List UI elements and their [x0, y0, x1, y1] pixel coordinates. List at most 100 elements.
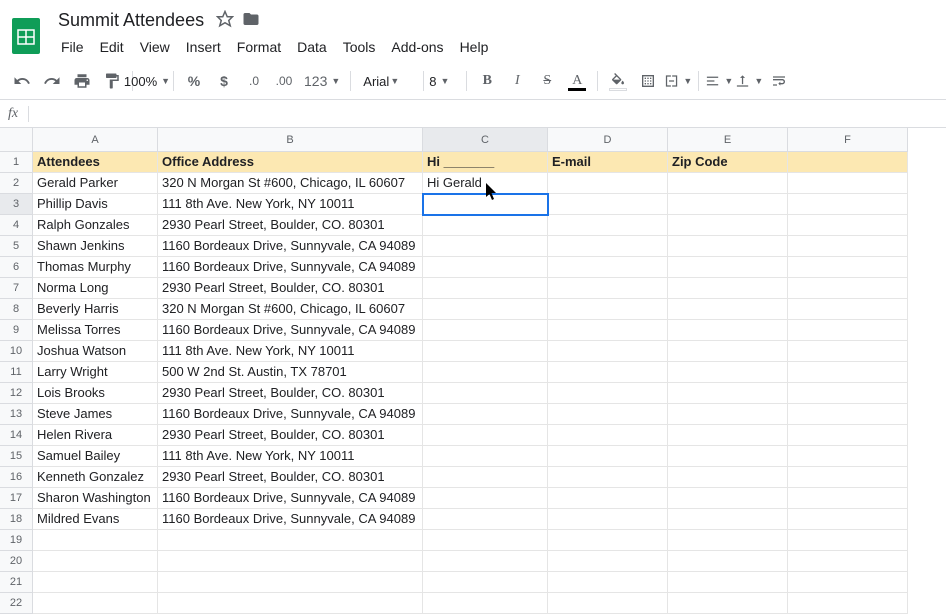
percent-format-button[interactable]: % — [180, 67, 208, 95]
cell-B15[interactable]: 111 8th Ave. New York, NY 10011 — [158, 446, 423, 467]
cell-F12[interactable] — [788, 383, 908, 404]
cell-A1[interactable]: Attendees — [33, 152, 158, 173]
column-header-A[interactable]: A — [33, 128, 158, 152]
column-header-F[interactable]: F — [788, 128, 908, 152]
cell-D10[interactable] — [548, 341, 668, 362]
cell-F1[interactable] — [788, 152, 908, 173]
row-header-18[interactable]: 18 — [0, 509, 33, 530]
cell-D21[interactable] — [548, 572, 668, 593]
cell-B17[interactable]: 1160 Bordeaux Drive, Sunnyvale, CA 94089 — [158, 488, 423, 509]
cell-E14[interactable] — [668, 425, 788, 446]
sheets-app-icon[interactable] — [8, 14, 44, 58]
cell-D7[interactable] — [548, 278, 668, 299]
cell-F6[interactable] — [788, 257, 908, 278]
cell-F19[interactable] — [788, 530, 908, 551]
cell-F8[interactable] — [788, 299, 908, 320]
cell-F17[interactable] — [788, 488, 908, 509]
cell-E18[interactable] — [668, 509, 788, 530]
cell-B13[interactable]: 1160 Bordeaux Drive, Sunnyvale, CA 94089 — [158, 404, 423, 425]
strikethrough-button[interactable]: S — [533, 67, 561, 95]
cell-C15[interactable] — [423, 446, 548, 467]
cell-D13[interactable] — [548, 404, 668, 425]
cell-F13[interactable] — [788, 404, 908, 425]
menu-addons[interactable]: Add-ons — [384, 35, 450, 59]
menu-edit[interactable]: Edit — [93, 35, 131, 59]
cell-E3[interactable] — [668, 194, 788, 215]
cell-C7[interactable] — [423, 278, 548, 299]
cell-F2[interactable] — [788, 173, 908, 194]
row-header-8[interactable]: 8 — [0, 299, 33, 320]
cell-A12[interactable]: Lois Brooks — [33, 383, 158, 404]
cell-C9[interactable] — [423, 320, 548, 341]
cell-D5[interactable] — [548, 236, 668, 257]
cell-A5[interactable]: Shawn Jenkins — [33, 236, 158, 257]
cell-B4[interactable]: 2930 Pearl Street, Boulder, CO. 80301 — [158, 215, 423, 236]
cell-E7[interactable] — [668, 278, 788, 299]
cell-B5[interactable]: 1160 Bordeaux Drive, Sunnyvale, CA 94089 — [158, 236, 423, 257]
row-header-2[interactable]: 2 — [0, 173, 33, 194]
document-title[interactable]: Summit Attendees — [54, 8, 208, 33]
cell-F21[interactable] — [788, 572, 908, 593]
text-wrap-button[interactable] — [765, 67, 793, 95]
cell-D12[interactable] — [548, 383, 668, 404]
cell-B19[interactable] — [158, 530, 423, 551]
menu-help[interactable]: Help — [453, 35, 496, 59]
cell-E9[interactable] — [668, 320, 788, 341]
cell-F9[interactable] — [788, 320, 908, 341]
cell-C14[interactable] — [423, 425, 548, 446]
cell-E15[interactable] — [668, 446, 788, 467]
cell-C2[interactable]: Hi Gerald — [423, 173, 548, 194]
column-header-B[interactable]: B — [158, 128, 423, 152]
formula-input[interactable] — [39, 106, 938, 121]
cell-F7[interactable] — [788, 278, 908, 299]
cell-E1[interactable]: Zip Code — [668, 152, 788, 173]
cell-C4[interactable] — [423, 215, 548, 236]
cell-A13[interactable]: Steve James — [33, 404, 158, 425]
row-header-14[interactable]: 14 — [0, 425, 33, 446]
horizontal-align-button[interactable]: ▼ — [705, 67, 733, 95]
cell-E2[interactable] — [668, 173, 788, 194]
cell-A21[interactable] — [33, 572, 158, 593]
row-header-4[interactable]: 4 — [0, 215, 33, 236]
menu-tools[interactable]: Tools — [336, 35, 383, 59]
column-header-E[interactable]: E — [668, 128, 788, 152]
cell-A11[interactable]: Larry Wright — [33, 362, 158, 383]
row-header-15[interactable]: 15 — [0, 446, 33, 467]
font-size-select[interactable]: 8▼ — [430, 67, 460, 95]
cell-C5[interactable] — [423, 236, 548, 257]
column-header-D[interactable]: D — [548, 128, 668, 152]
paint-format-button[interactable] — [98, 67, 126, 95]
cell-D17[interactable] — [548, 488, 668, 509]
cell-D20[interactable] — [548, 551, 668, 572]
cell-A18[interactable]: Mildred Evans — [33, 509, 158, 530]
cell-F4[interactable] — [788, 215, 908, 236]
cell-E10[interactable] — [668, 341, 788, 362]
cell-E13[interactable] — [668, 404, 788, 425]
cell-D15[interactable] — [548, 446, 668, 467]
cell-E20[interactable] — [668, 551, 788, 572]
italic-button[interactable]: I — [503, 67, 531, 95]
cell-A3[interactable]: Phillip Davis — [33, 194, 158, 215]
cell-F11[interactable] — [788, 362, 908, 383]
font-select[interactable]: Arial▼ — [357, 67, 417, 95]
cell-A15[interactable]: Samuel Bailey — [33, 446, 158, 467]
cell-C19[interactable] — [423, 530, 548, 551]
cell-B7[interactable]: 2930 Pearl Street, Boulder, CO. 80301 — [158, 278, 423, 299]
cell-E16[interactable] — [668, 467, 788, 488]
cell-B3[interactable]: 111 8th Ave. New York, NY 10011 — [158, 194, 423, 215]
cell-A4[interactable]: Ralph Gonzales — [33, 215, 158, 236]
row-header-7[interactable]: 7 — [0, 278, 33, 299]
cell-E4[interactable] — [668, 215, 788, 236]
cell-C12[interactable] — [423, 383, 548, 404]
row-header-12[interactable]: 12 — [0, 383, 33, 404]
cell-D19[interactable] — [548, 530, 668, 551]
cell-C11[interactable] — [423, 362, 548, 383]
cell-A2[interactable]: Gerald Parker — [33, 173, 158, 194]
menu-file[interactable]: File — [54, 35, 91, 59]
cell-A14[interactable]: Helen Rivera — [33, 425, 158, 446]
row-header-11[interactable]: 11 — [0, 362, 33, 383]
cell-D2[interactable] — [548, 173, 668, 194]
bold-button[interactable]: B — [473, 67, 501, 95]
cell-B16[interactable]: 2930 Pearl Street, Boulder, CO. 80301 — [158, 467, 423, 488]
fill-color-button[interactable] — [604, 67, 632, 95]
